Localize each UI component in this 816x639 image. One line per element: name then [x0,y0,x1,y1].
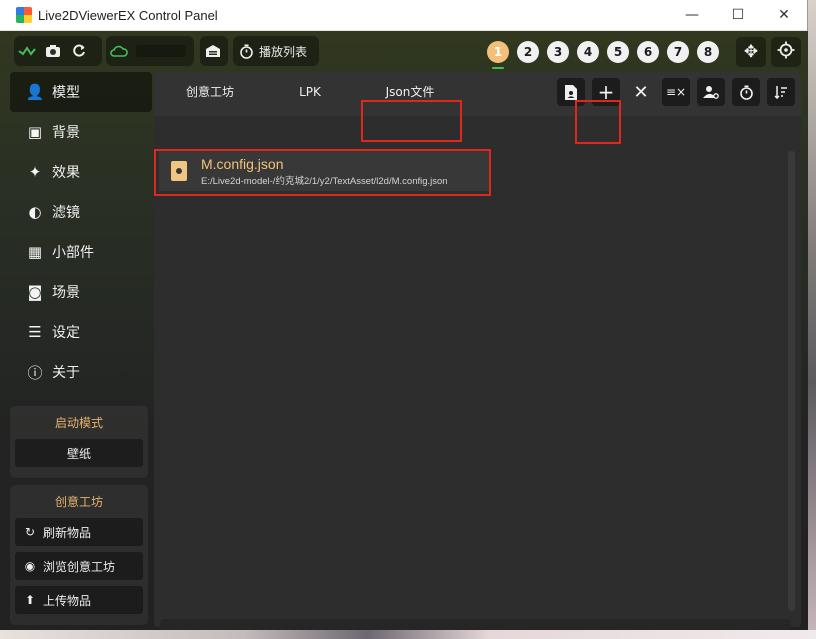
sliders-icon: ☰ [28,323,42,341]
maximize-button[interactable]: ☐ [715,0,761,31]
model-slot-4-button[interactable]: 4 [577,41,599,63]
refresh-icon: ↻ [24,525,36,539]
contrast-icon: ◐ [28,203,42,221]
playlist-button[interactable]: 播放列表 [233,36,319,66]
app-body: 播放列表 1 2 3 4 5 6 7 8 ✥ 👤 模型 ▣ 背景 ✦ 效果 ◐ … [0,31,808,639]
upload-items-label: 上传物品 [43,593,92,608]
sidebar-item-settings[interactable]: ☰ 设定 [10,312,152,352]
app-logo-icon [16,7,32,23]
eye-icon: ◉ [24,559,36,573]
active-slot-indicator [492,67,504,69]
playlist-label: 播放列表 [259,44,308,59]
quick-actions-group [14,36,102,66]
model-slot-2-button[interactable]: 2 [517,41,539,63]
model-slot-7-button[interactable]: 7 [667,41,689,63]
garage-button[interactable] [200,36,228,66]
sidebar-item-label: 滤镜 [52,205,80,221]
tab-lpk[interactable]: LPK [266,72,354,116]
sparkle-icon: ✦ [28,163,42,181]
wave-icon[interactable] [14,36,40,66]
minimize-button[interactable]: — [669,0,715,31]
move-icon: ✥ [743,42,759,62]
model-slot-5-button[interactable]: 5 [607,41,629,63]
sidebar-item-label: 背景 [52,125,80,141]
desktop-background-bottom [0,630,816,639]
sidebar: 👤 模型 ▣ 背景 ✦ 效果 ◐ 滤镜 ▦ 小部件 ◙ 场景 ☰ 设定 ⓘ 关于 [10,72,152,392]
file-text: M.config.json E:/Live2d-model-/约克城2/1/y2… [201,156,448,187]
model-slot-3-button[interactable]: 3 [547,41,569,63]
close-icon[interactable]: ✕ [627,78,655,106]
timer-icon[interactable] [732,78,760,106]
upload-icon: ⬆ [24,593,36,607]
info-icon: ⓘ [27,363,43,382]
target-icon [777,41,795,64]
sidebar-item-widgets[interactable]: ▦ 小部件 [10,232,152,272]
cloud-icon[interactable] [106,36,132,66]
sidebar-item-effects[interactable]: ✦ 效果 [10,152,152,192]
sidebar-item-label: 模型 [52,85,80,101]
window-controls: — ☐ ✕ [669,0,807,31]
person-gear-icon: 👤 [25,83,45,101]
sidebar-item-filter[interactable]: ◐ 滤镜 [10,192,152,232]
image-person-icon: ▣ [27,123,43,141]
target-button[interactable] [771,37,801,67]
camera-icon[interactable] [40,36,66,66]
refresh-icon[interactable] [66,36,92,66]
workshop-panel: 创意工坊 ↻ 刷新物品 ◉ 浏览创意工坊 ⬆ 上传物品 [10,485,148,625]
close-window-button[interactable]: ✕ [761,0,807,31]
move-button[interactable]: ✥ [736,37,766,67]
sidebar-item-about[interactable]: ⓘ 关于 [10,352,152,392]
sidebar-item-label: 关于 [52,365,80,381]
scrollbar[interactable] [788,151,795,611]
upload-items-button[interactable]: ⬆ 上传物品 [15,586,143,614]
launch-mode-title: 启动模式 [54,416,103,430]
sort-icon[interactable] [767,78,795,106]
camera-icon: ◙ [27,283,43,301]
sidebar-item-label: 效果 [52,165,80,181]
json-file-icon [171,161,187,181]
window-title: Live2DViewerEX Control Panel [38,7,218,23]
workshop-title: 创意工坊 [54,495,103,509]
model-slot-6-button[interactable]: 6 [637,41,659,63]
sidebar-item-label: 场景 [52,285,80,301]
person-settings-icon[interactable] [697,78,725,106]
refresh-items-label: 刷新物品 [43,525,92,540]
file-name: M.config.json [201,155,284,172]
cloud-status-group [106,36,194,66]
model-slot-1-button[interactable]: 1 [487,41,509,63]
list-actions: + ✕ ≡× [557,78,795,106]
content-panel: 创意工坊 LPK Json文件 + ✕ ≡× M.config.json E:/… [154,72,801,639]
sidebar-item-scene[interactable]: ◙ 场景 [10,272,152,312]
cloud-status-bar [136,45,186,57]
sidebar-item-label: 设定 [52,325,80,341]
browse-workshop-label: 浏览创意工坊 [43,559,116,574]
model-slot-8-button[interactable]: 8 [697,41,719,63]
garage-icon [200,36,226,66]
clear-list-icon[interactable]: ≡× [662,78,690,106]
file-person-icon[interactable] [557,78,585,106]
file-path: E:/Live2d-model-/约克城2/1/y2/TextAsset/l2d… [201,175,448,187]
launch-mode-panel: 启动模式 壁纸 [10,406,148,478]
list-item[interactable]: M.config.json E:/Live2d-model-/约克城2/1/y2… [159,151,489,191]
desktop-background [808,0,816,639]
browse-workshop-button[interactable]: ◉ 浏览创意工坊 [15,552,143,580]
title-bar: Live2DViewerEX Control Panel — ☐ ✕ [0,0,807,31]
sidebar-item-background[interactable]: ▣ 背景 [10,112,152,152]
tab-json-files[interactable]: Json文件 [366,72,454,116]
top-toolbar: 播放列表 1 2 3 4 5 6 7 8 ✥ [0,31,808,73]
app-window: Live2DViewerEX Control Panel — ☐ ✕ 播放列表 … [0,0,808,639]
sidebar-item-label: 小部件 [52,245,94,261]
refresh-items-button[interactable]: ↻ 刷新物品 [15,518,143,546]
widgets-icon: ▦ [27,243,43,261]
timer-icon [233,36,259,66]
plus-icon[interactable]: + [592,78,620,106]
sidebar-item-model[interactable]: 👤 模型 [10,72,152,112]
launch-mode-select[interactable]: 壁纸 [15,439,143,467]
tab-bar: 创意工坊 LPK Json文件 + ✕ ≡× [154,72,801,116]
tab-workshop[interactable]: 创意工坊 [166,72,254,116]
